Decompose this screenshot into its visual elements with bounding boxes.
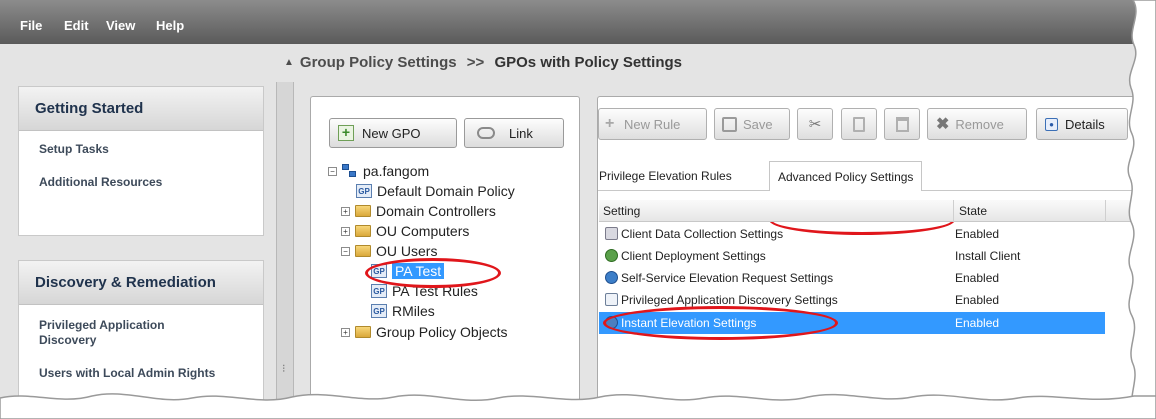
torn-bottom-edge: [0, 393, 1156, 419]
torn-paper-edges: [0, 0, 1156, 419]
torn-right-edge: [1127, 0, 1156, 419]
